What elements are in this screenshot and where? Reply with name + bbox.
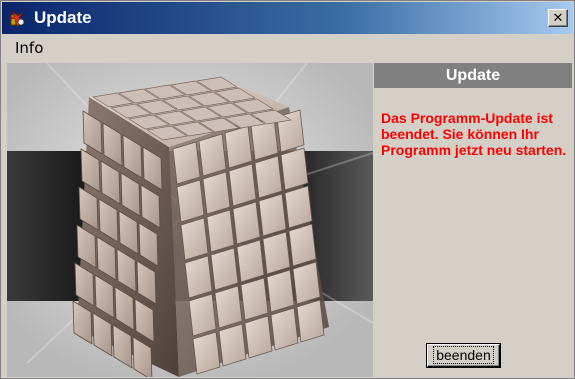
menu-item-info[interactable]: Info: [2, 39, 51, 57]
update-app-icon: [8, 8, 28, 28]
finish-button[interactable]: beenden: [427, 344, 500, 367]
cube-image: [7, 63, 373, 377]
menu-bar: Info: [2, 35, 573, 61]
info-panel: Update Das Programm-Update ist beendet. …: [374, 63, 572, 377]
status-message: Das Programm-Update ist beendet. Sie kön…: [381, 110, 567, 158]
panel-header: Update: [374, 63, 572, 88]
finish-button-label: beenden: [433, 346, 494, 364]
update-window: Update ✕ Info Update Das Programm-Update…: [0, 0, 575, 379]
close-icon: ✕: [552, 10, 564, 26]
title-bar[interactable]: Update ✕: [2, 2, 573, 34]
window-title: Update: [34, 8, 92, 27]
close-button[interactable]: ✕: [548, 9, 568, 27]
